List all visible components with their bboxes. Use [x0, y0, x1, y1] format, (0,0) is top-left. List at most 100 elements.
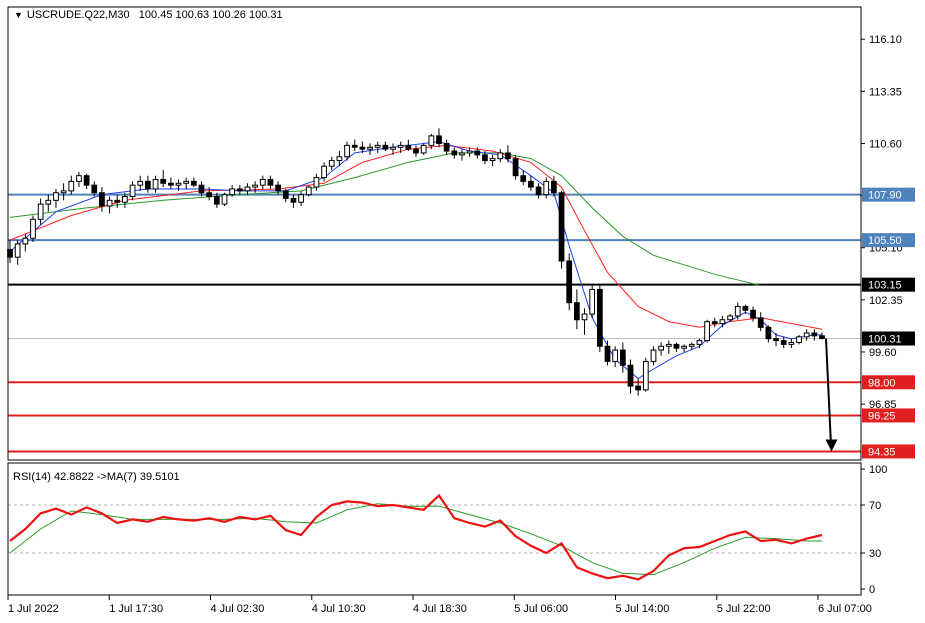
price-layer	[7, 128, 861, 453]
candle-body	[313, 177, 320, 188]
axis-layer: 116.10113.35110.60107.85105.10102.3599.6…	[7, 6, 915, 615]
candle-body	[658, 345, 665, 351]
candle-body	[305, 186, 312, 196]
candle-body	[505, 152, 511, 160]
candle-body	[474, 150, 481, 156]
candle	[413, 145, 419, 157]
candle-body	[290, 197, 297, 203]
level-label: 103.15	[868, 280, 902, 292]
candle-body	[198, 184, 205, 194]
candle-body	[413, 148, 419, 154]
x-tick-label: 6 Jul 07:00	[818, 603, 872, 615]
candle-body	[367, 146, 373, 150]
candle	[635, 378, 642, 396]
candle	[497, 149, 504, 163]
candle	[528, 175, 534, 191]
candle-body	[60, 190, 67, 194]
candle-body	[673, 343, 680, 349]
price-tick-label: 110.60	[869, 138, 902, 150]
candle-body	[742, 305, 749, 311]
candle	[604, 340, 611, 366]
candle	[650, 346, 657, 366]
symbol-header[interactable]: ▼ USCRUDE.Q22,M30 100.45 100.63 100.26 10…	[14, 9, 283, 21]
candle	[796, 334, 802, 345]
candle-body	[22, 237, 29, 245]
candle	[14, 240, 21, 265]
candle	[313, 173, 320, 191]
ma-slow-line	[9, 152, 761, 287]
candle-body	[681, 345, 687, 349]
candle	[596, 285, 603, 352]
forecast-arrow-line	[825, 338, 832, 446]
candle	[535, 183, 542, 199]
candle-body	[221, 194, 228, 205]
candle-body	[382, 144, 389, 150]
candle-body	[206, 192, 213, 198]
candle-body	[528, 180, 534, 188]
candle-body	[229, 188, 236, 196]
price-chart[interactable]: 116.10113.35110.60107.85105.10102.3599.6…	[0, 0, 925, 623]
candle	[259, 175, 266, 189]
candle-body	[344, 144, 350, 158]
price-tick-label: 102.35	[869, 295, 903, 307]
candle-body	[573, 302, 580, 321]
candle	[190, 177, 197, 188]
candle-body	[596, 288, 603, 347]
candle	[267, 175, 274, 189]
candle	[60, 183, 67, 201]
candle	[489, 154, 496, 167]
level-label: 98.00	[868, 377, 896, 389]
candle-body	[558, 192, 565, 262]
candle-body	[489, 158, 496, 162]
candle-body	[451, 150, 458, 156]
candle	[711, 317, 718, 328]
candle-body	[497, 152, 504, 160]
rsi-ma-line	[9, 503, 822, 576]
candle	[658, 342, 665, 356]
candle	[229, 185, 236, 197]
candle	[145, 175, 151, 193]
candle	[459, 149, 465, 161]
candle-body	[83, 175, 90, 186]
candle-body	[298, 194, 304, 203]
candle	[282, 188, 289, 203]
ma-mid-line	[9, 144, 823, 330]
candle-body	[704, 321, 710, 342]
candle-body	[114, 199, 121, 203]
candle-body	[122, 196, 128, 203]
chart-root: 116.10113.35110.60107.85105.10102.3599.6…	[0, 0, 925, 623]
candle	[367, 143, 373, 155]
candle	[765, 325, 772, 343]
candle	[757, 312, 764, 332]
candle	[512, 154, 519, 180]
dropdown-triangle-icon[interactable]: ▼	[14, 10, 23, 20]
candle-body	[275, 184, 281, 192]
candle-body	[734, 305, 741, 317]
candle	[673, 342, 680, 352]
candle-body	[405, 144, 412, 150]
x-tick-label: 4 Jul 10:30	[312, 603, 366, 615]
candle-body	[543, 180, 550, 196]
rsi-line	[9, 493, 823, 581]
candle-body	[328, 160, 335, 167]
candle	[558, 190, 565, 269]
candle-body	[160, 178, 167, 184]
candle	[566, 253, 573, 311]
candle-body	[466, 150, 473, 154]
candle-body	[688, 343, 695, 347]
candle	[221, 192, 228, 207]
candle	[37, 198, 44, 225]
candle	[704, 319, 710, 343]
x-tick-label: 1 Jul 2022	[8, 603, 59, 615]
candle	[298, 190, 304, 207]
candle-body	[566, 260, 573, 304]
candle	[244, 183, 251, 195]
candle	[114, 194, 121, 208]
candle-body	[719, 319, 726, 325]
price-tick-label: 99.60	[869, 347, 897, 359]
candle-body	[765, 326, 772, 340]
candle-body	[37, 203, 44, 220]
candle	[305, 185, 312, 197]
candle-body	[627, 364, 634, 387]
candle-body	[190, 180, 197, 186]
